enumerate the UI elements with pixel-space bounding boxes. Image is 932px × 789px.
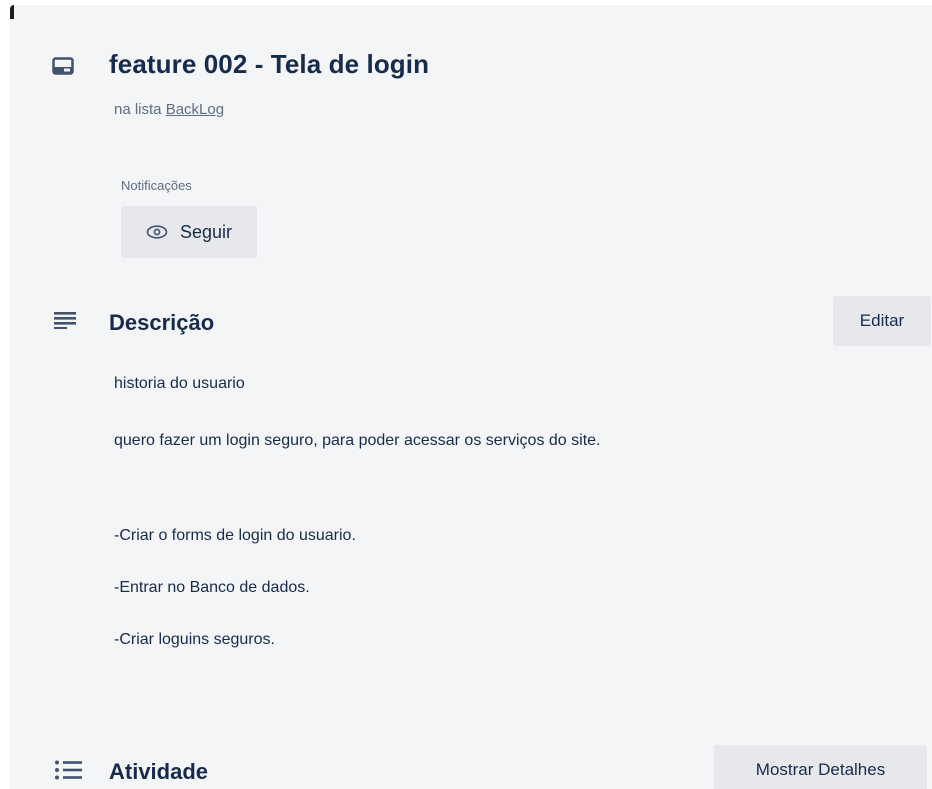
notifications-label: Notificações <box>121 178 192 193</box>
follow-button[interactable]: Seguir <box>121 206 257 258</box>
activity-list-icon <box>55 760 82 780</box>
description-heading: Descrição <box>109 310 215 335</box>
description-line: -Criar loguins seguros. <box>114 631 275 648</box>
eye-icon <box>146 225 168 239</box>
description-line: historia do usuario <box>114 375 245 392</box>
card-list-info: na lista BackLog <box>114 101 224 118</box>
card-icon <box>52 57 74 75</box>
description-line: -Entrar no Banco de dados. <box>114 579 310 596</box>
description-line: quero fazer um login seguro, para poder … <box>114 432 601 449</box>
description-lines-icon <box>54 312 76 329</box>
list-link[interactable]: BackLog <box>166 101 224 118</box>
edit-description-button[interactable]: Editar <box>833 296 931 346</box>
card-title[interactable]: feature 002 - Tela de login <box>109 49 429 80</box>
card-detail-panel: feature 002 - Tela de login na lista Bac… <box>10 5 932 789</box>
description-line: -Criar o forms de login do usuario. <box>114 527 356 544</box>
show-details-button[interactable]: Mostrar Detalhes <box>714 745 927 789</box>
corner-mark <box>10 5 14 19</box>
list-prefix: na lista <box>114 101 162 118</box>
follow-label: Seguir <box>179 221 233 242</box>
activity-heading: Atividade <box>109 759 209 784</box>
